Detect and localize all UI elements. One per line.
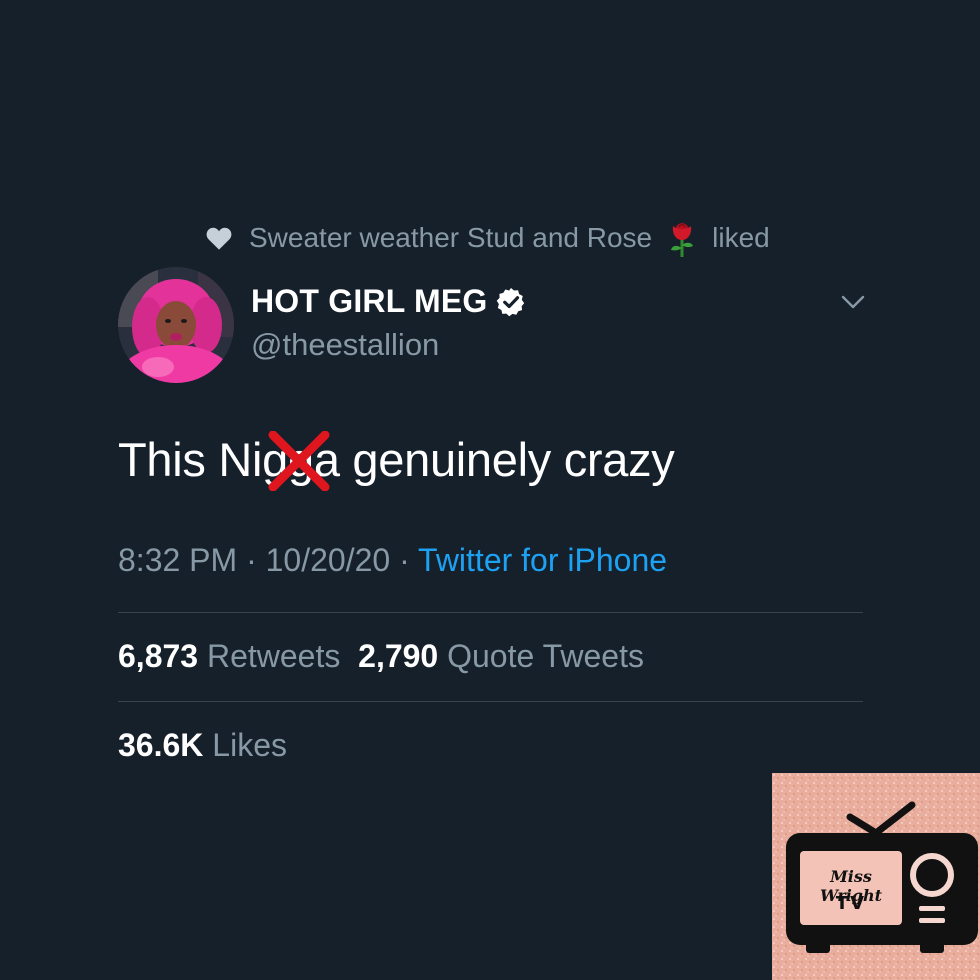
- tweet-time: 8:32 PM: [118, 542, 238, 578]
- tweet-meta: 8:32 PM · 10/20/20 · Twitter for iPhone: [118, 542, 667, 579]
- tweet-text-before: This N: [118, 433, 252, 486]
- divider: [118, 612, 863, 613]
- avatar[interactable]: [118, 267, 234, 383]
- tweet-text-after: ga genuinely crazy: [287, 433, 675, 486]
- meta-separator: ·: [237, 542, 266, 578]
- tweet-text-censored: ig: [252, 433, 288, 486]
- censored-word: ig: [252, 431, 330, 491]
- watermark-text-line2: TV: [835, 893, 867, 914]
- retweets-stat[interactable]: 6,873 Retweets: [118, 638, 340, 674]
- social-context-liked: liked: [712, 222, 770, 253]
- tweet-source-link[interactable]: Twitter for iPhone: [418, 542, 667, 578]
- display-name[interactable]: HOT GIRL MEG: [251, 283, 487, 320]
- engagement-stats: 6,873 Retweets 2,790 Quote Tweets: [118, 638, 644, 675]
- social-context: Sweater weather Stud and Rose liked: [205, 218, 770, 258]
- tweet-screenshot: Sweater weather Stud and Rose liked HOT …: [0, 0, 980, 980]
- avatar-image: [118, 267, 234, 383]
- retweets-count: 6,873: [118, 638, 199, 674]
- likes-label: Likes: [212, 727, 287, 763]
- quote-tweets-stat[interactable]: 2,790 Quote Tweets: [358, 638, 644, 674]
- social-context-text[interactable]: Sweater weather Stud and Rose: [249, 222, 652, 254]
- heart-icon: [206, 227, 232, 250]
- retweets-label: Retweets: [206, 638, 341, 674]
- tweet-date: 10/20/20: [265, 542, 391, 578]
- likes-stat[interactable]: 36.6K Likes: [118, 727, 287, 764]
- author-name-row[interactable]: HOT GIRL MEG: [251, 283, 527, 320]
- divider: [118, 701, 863, 702]
- quote-tweets-count: 2,790: [358, 638, 439, 674]
- chevron-down-icon[interactable]: [840, 292, 866, 312]
- watermark-logo: Miss Wright TV: [772, 773, 980, 980]
- rose-emoji: [671, 223, 694, 257]
- verified-badge-icon: [497, 287, 525, 316]
- tweet-text: This Nig ga genuinely crazy: [118, 431, 675, 491]
- quote-tweets-label: Quote Tweets: [447, 638, 644, 674]
- author-handle[interactable]: @theestallion: [251, 327, 439, 363]
- meta-separator-2: ·: [390, 542, 419, 578]
- likes-count: 36.6K: [118, 727, 204, 763]
